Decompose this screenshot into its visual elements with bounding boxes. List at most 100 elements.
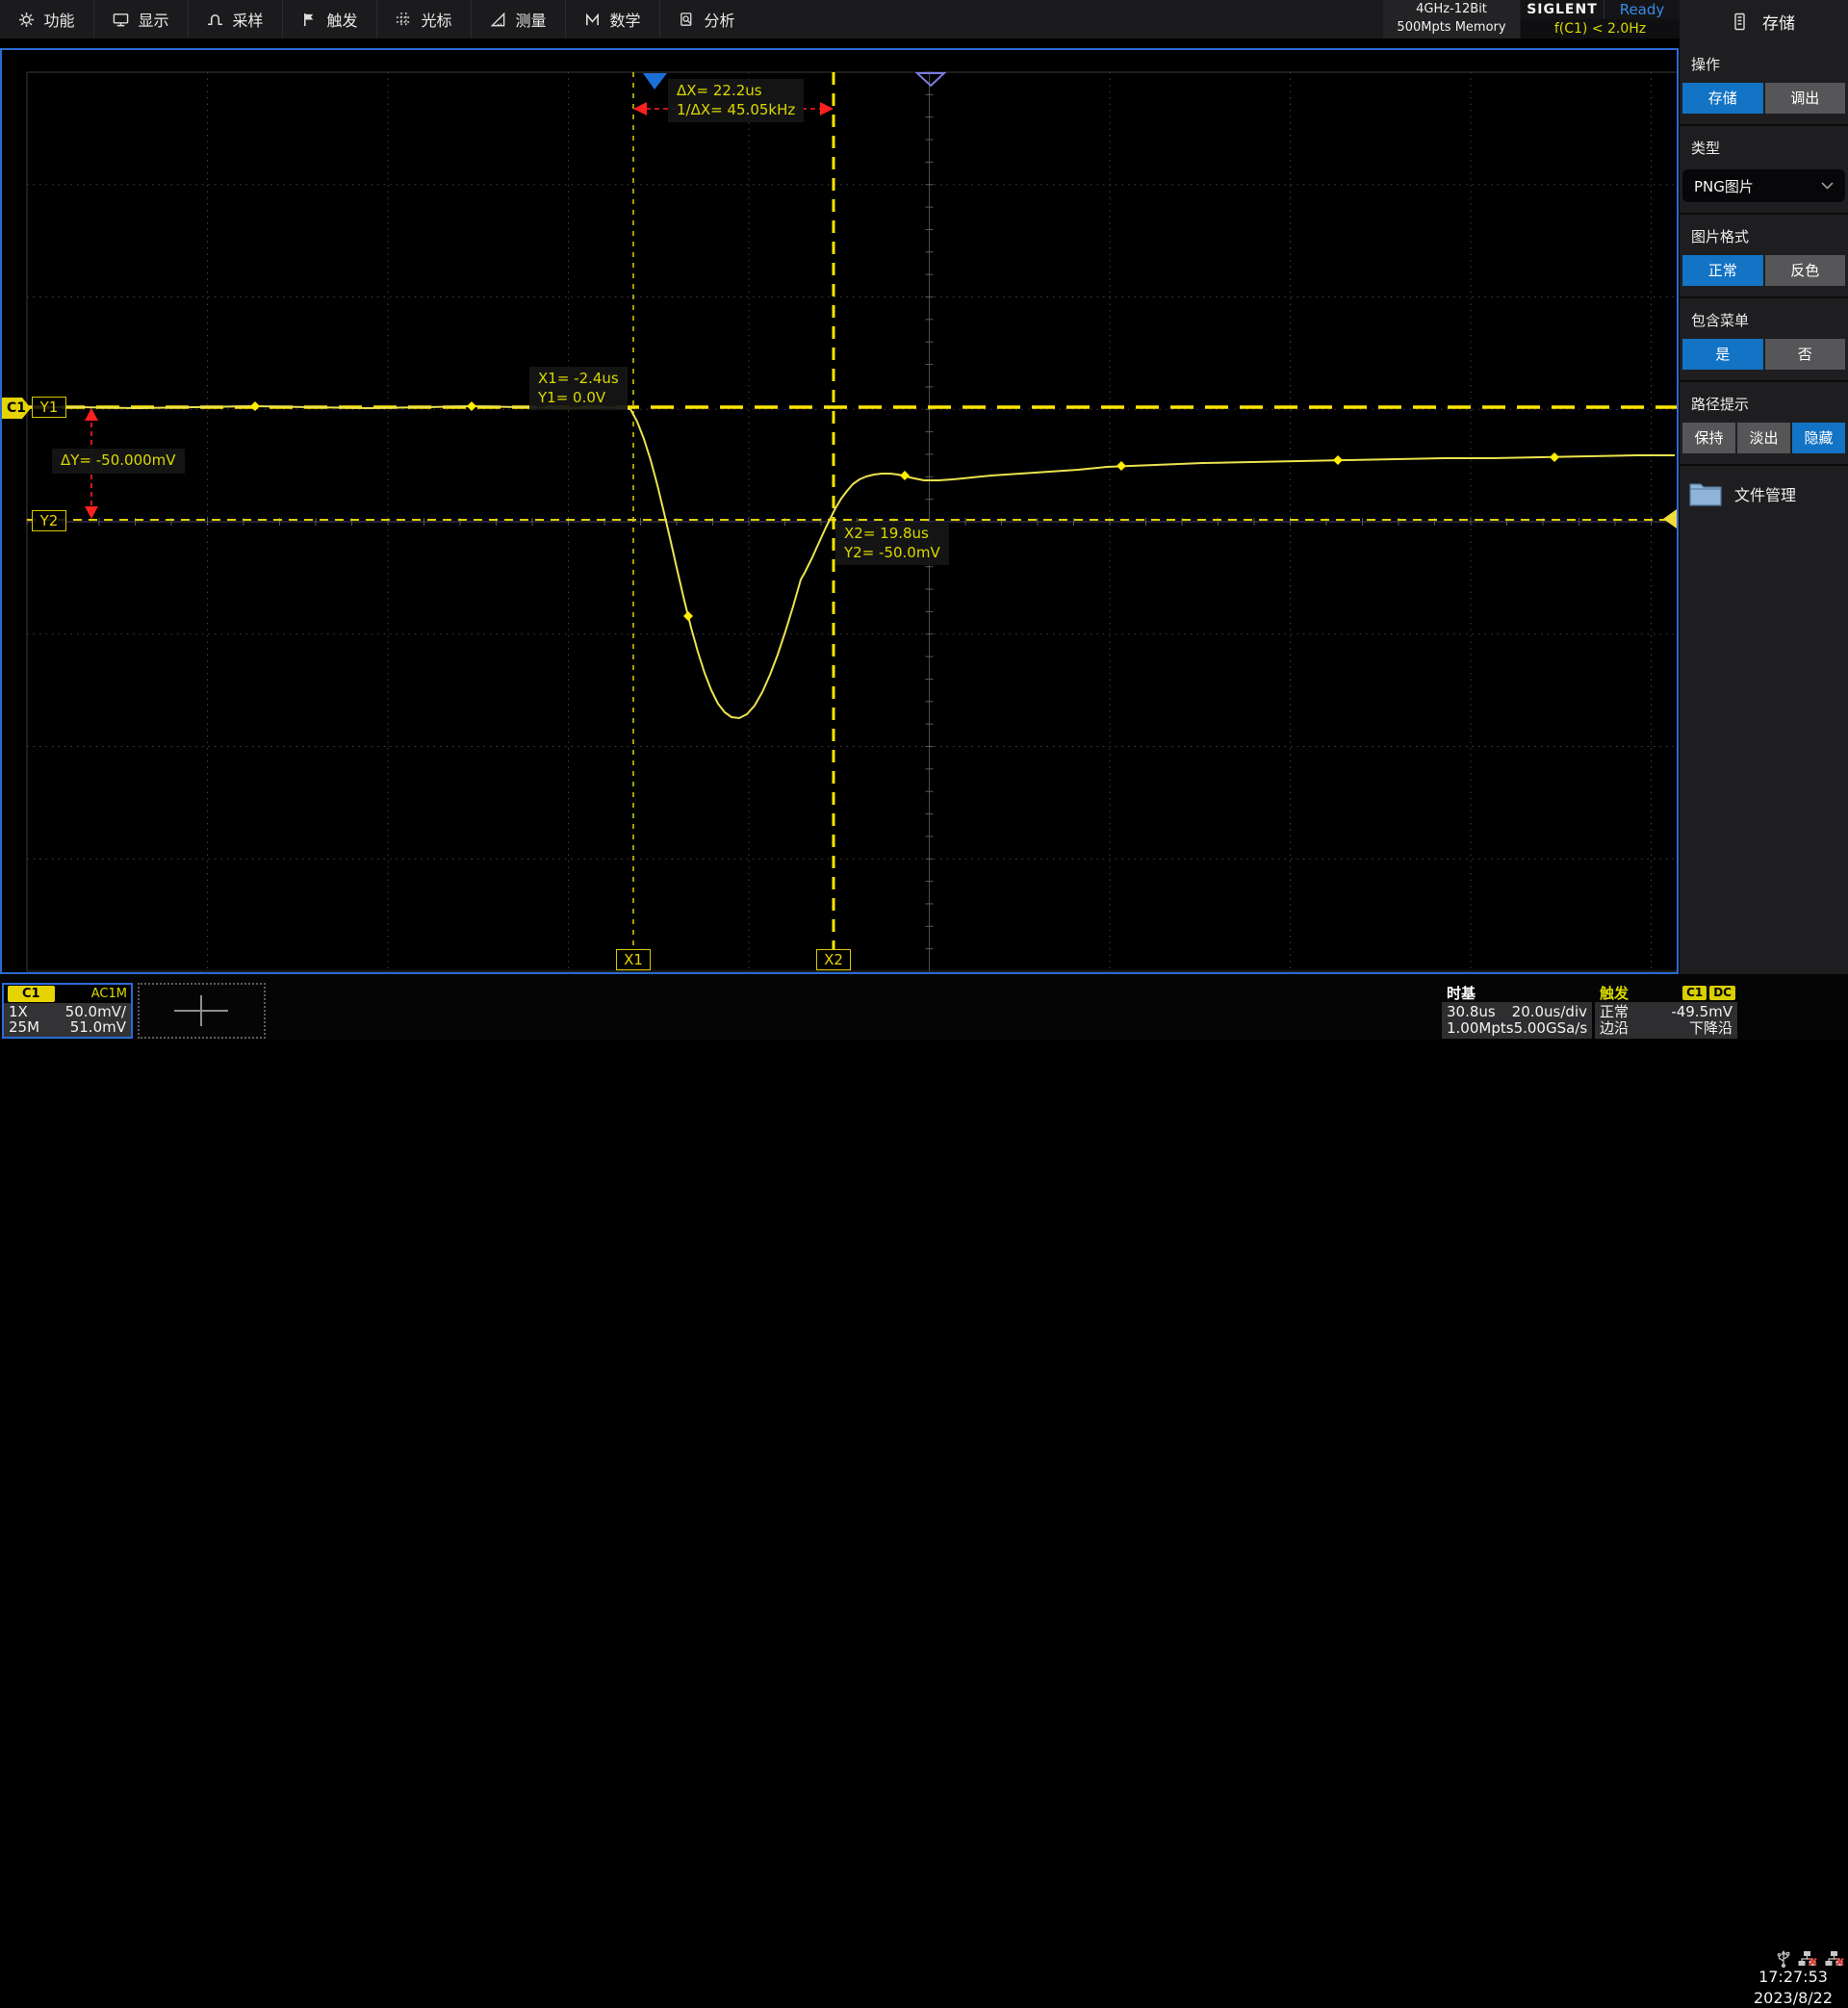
include-menu-label: 包含菜单 — [1680, 298, 1848, 339]
type-label: 类型 — [1680, 126, 1848, 167]
delta-y-arrowhead-bottom — [85, 506, 98, 519]
timebase-label: 时基 — [1442, 984, 1592, 1002]
brand-row: SIGLENT Ready — [1521, 0, 1680, 19]
timebase-delay: 30.8us — [1447, 1005, 1496, 1019]
file-manager-button[interactable]: 文件管理 — [1680, 466, 1848, 506]
timebase-box[interactable]: 时基 30.8us 20.0us/div 1.00Mpts 5.00GSa/s — [1442, 984, 1592, 1039]
add-channel-placeholder[interactable] — [138, 983, 266, 1039]
channel-name-badge: C1 — [8, 986, 55, 1002]
storage-icon — [1732, 13, 1747, 31]
menu-item-math[interactable]: 数学 — [566, 0, 660, 39]
path-hide-button[interactable]: 隐藏 — [1792, 423, 1845, 453]
time-value: 17:27:53 — [1744, 1967, 1842, 1988]
panel-title: 存储 — [1762, 10, 1795, 34]
display-icon — [113, 12, 129, 28]
dy-value: ΔY= -50.000mV — [61, 451, 176, 471]
analysis-icon — [679, 12, 695, 28]
x2-value: X2= 19.8us — [844, 525, 940, 544]
delta-y-arrowhead-top — [85, 408, 98, 421]
usb-icon — [1776, 1950, 1791, 1968]
chevron-down-icon — [1821, 182, 1834, 190]
menu-item-display[interactable]: 显示 — [94, 0, 189, 39]
trigger-type: 边沿 — [1600, 1021, 1629, 1036]
channel-bwlimit: 25M — [9, 1020, 39, 1035]
recall-button[interactable]: 调出 — [1765, 83, 1846, 114]
menu-item-label: 显示 — [138, 8, 168, 31]
channel-values: 1X 50.0mV/ 25M 51.0mV — [4, 1003, 131, 1037]
menu-item-trigger[interactable]: 触发 — [283, 0, 377, 39]
timebase-scale: 20.0us/div — [1512, 1005, 1587, 1019]
cursor-y2-badge[interactable]: Y2 — [32, 510, 66, 531]
cursor-x1-badge[interactable]: X1 — [616, 949, 651, 970]
save-button[interactable]: 存储 — [1682, 83, 1763, 114]
menu-item-label: 触发 — [326, 8, 357, 31]
menu-item-cursors[interactable]: 光标 — [377, 0, 472, 39]
x1-value: X1= -2.4us — [538, 370, 619, 389]
format-invert-button[interactable]: 反色 — [1765, 255, 1846, 286]
y2-value: Y2= -50.0mV — [844, 544, 940, 563]
menu-item-label: 分析 — [704, 8, 734, 31]
trigger-level-icon[interactable] — [1663, 509, 1677, 528]
flag-icon — [301, 12, 318, 28]
path-hint-label: 路径提示 — [1680, 382, 1848, 423]
channel-c1-box[interactable]: C1 AC1M 1X 50.0mV/ 25M 51.0mV — [2, 983, 133, 1039]
gear-icon — [18, 12, 35, 28]
image-format-label: 图片格式 — [1680, 215, 1848, 255]
lan-disconnected-icon-2 — [1824, 1950, 1845, 1968]
trigger-slope: 下降沿 — [1689, 1021, 1732, 1036]
trace-marker-diamond — [1550, 452, 1559, 462]
frequency-counter[interactable]: f(C1) < 2.0Hz — [1521, 19, 1680, 39]
operation-label: 操作 — [1680, 42, 1848, 83]
trigger-header: 触发 C1 DC — [1595, 984, 1737, 1002]
format-normal-button[interactable]: 正常 — [1682, 255, 1763, 286]
trigger-position-icon[interactable] — [643, 73, 667, 90]
waveform-display[interactable]: ΔX= 22.2us 1/ΔX= 45.05kHz X1= -2.4us Y1=… — [0, 48, 1679, 974]
trace-marker-diamond — [1333, 455, 1343, 465]
menu-item-measure[interactable]: 测量 — [472, 0, 566, 39]
menu-item-acquire[interactable]: 采样 — [189, 0, 283, 39]
file-manager-label: 文件管理 — [1734, 482, 1796, 505]
siglent-logo: SIGLENT — [1521, 0, 1604, 19]
menu-item-function[interactable]: 功能 — [0, 0, 94, 39]
delay-reference-icon[interactable] — [917, 73, 944, 86]
trace-markers — [250, 401, 1559, 621]
trace-marker-diamond — [900, 471, 910, 480]
clock: 17:27:53 2023/8/22 — [1744, 1967, 1842, 2008]
include-menu-no-button[interactable]: 否 — [1765, 339, 1846, 370]
channel-probe: 1X — [9, 1005, 28, 1019]
trigger-box[interactable]: 触发 C1 DC 正常 -49.5mV 边沿 下降沿 — [1595, 984, 1737, 1039]
delta-x-arrowhead-left — [633, 102, 647, 116]
timebase-points: 1.00Mpts — [1447, 1021, 1514, 1036]
lan-disconnected-icon — [1797, 1950, 1818, 1968]
trigger-source-badge: C1 — [1682, 986, 1707, 1000]
image-format-toggle: 正常 反色 — [1680, 255, 1848, 286]
path-keep-button[interactable]: 保持 — [1682, 423, 1735, 453]
menu-item-analysis[interactable]: 分析 — [660, 0, 754, 39]
math-icon — [584, 12, 601, 28]
x2y2-readout: X2= 19.8us Y2= -50.0mV — [835, 522, 949, 565]
cursor-x2-badge[interactable]: X2 — [816, 949, 851, 970]
file-type-select[interactable]: PNG图片 — [1682, 169, 1845, 202]
trigger-mode: 正常 — [1600, 1005, 1629, 1019]
channel-header: C1 AC1M — [4, 985, 131, 1003]
trigger-level: -49.5mV — [1671, 1005, 1732, 1019]
acquisition-status: Ready — [1604, 0, 1680, 19]
channel-coupling: AC1M — [91, 987, 127, 1001]
ruler-icon — [490, 12, 506, 28]
trigger-values: 正常 -49.5mV 边沿 下降沿 — [1595, 1002, 1737, 1039]
include-menu-toggle: 是 否 — [1680, 339, 1848, 370]
path-fade-button[interactable]: 淡出 — [1737, 423, 1790, 453]
timebase-samplerate: 5.00GSa/s — [1514, 1021, 1588, 1036]
cursor-y1-badge[interactable]: Y1 — [32, 397, 66, 418]
x1y1-readout: X1= -2.4us Y1= 0.0V — [529, 367, 628, 410]
delta-x-readout: ΔX= 22.2us 1/ΔX= 45.05kHz — [668, 79, 804, 122]
channel-offset: 51.0mV — [70, 1020, 126, 1035]
menu-item-label: 数学 — [609, 8, 640, 31]
waveform-svg — [2, 50, 1677, 972]
memory-spec: 500Mpts Memory — [1397, 19, 1505, 38]
trigger-coupling-badge: DC — [1709, 986, 1735, 1000]
trace-marker-diamond — [683, 611, 693, 621]
menu-item-label: 光标 — [421, 8, 451, 31]
channel-scale: 50.0mV/ — [65, 1005, 126, 1019]
include-menu-yes-button[interactable]: 是 — [1682, 339, 1763, 370]
